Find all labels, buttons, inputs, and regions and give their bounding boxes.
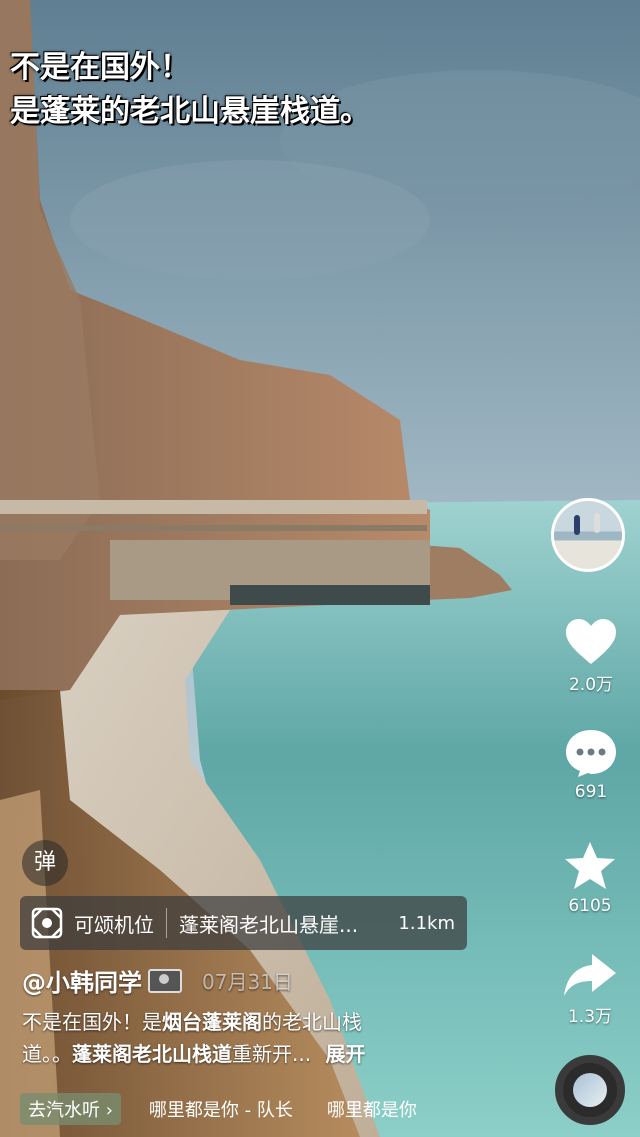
qishui-listen-tag[interactable]: 去汽水听 › — [20, 1093, 121, 1125]
heart-icon — [566, 619, 616, 664]
music-bar[interactable]: 去汽水听 › 哪里都是你 - 队长 哪里都是你 — [20, 1093, 417, 1125]
qishui-tag-label: 去汽水听 — [28, 1100, 100, 1121]
comment-count: 691 — [574, 782, 608, 802]
author-handle[interactable]: @小韩同学 — [22, 963, 142, 998]
caption-line-1: 不是在国外！ — [10, 50, 190, 85]
favorite-count: 6105 — [568, 896, 612, 916]
caption-line-2: 是蓬莱的老北山悬崖栈道。 — [10, 94, 370, 129]
share-count: 1.3万 — [567, 1007, 613, 1027]
location-divider — [166, 908, 167, 938]
comment-icon — [566, 730, 616, 777]
music-title: 哪里都是你 - 队长 — [148, 1100, 293, 1121]
star-icon — [565, 842, 615, 889]
comment-button[interactable]: 691 — [551, 728, 631, 802]
camera-badge-icon — [148, 968, 182, 993]
danmu-toggle-button[interactable]: 弹 — [22, 840, 68, 886]
music-title-scroll: 哪里都是你 — [326, 1100, 417, 1121]
desc-text-1: 不是在国外！是 — [22, 1010, 162, 1034]
hashtag-laobeishan[interactable]: 蓬莱阁老北山栈道 — [72, 1042, 232, 1066]
share-button[interactable]: 1.3万 — [550, 952, 630, 1027]
location-distance: 1.1km — [398, 912, 455, 934]
music-disc[interactable] — [555, 1055, 625, 1125]
location-label: 可颂机位 — [74, 912, 154, 937]
post-date: 07月31日 — [202, 970, 293, 994]
author-row: @小韩同学 07月31日 — [22, 963, 293, 998]
music-cover-icon — [573, 1073, 607, 1107]
location-bar[interactable]: 可颂机位 蓬莱阁老北山悬崖... 1.1km — [20, 896, 467, 950]
share-arrow-icon — [564, 954, 616, 996]
like-count: 2.0万 — [568, 675, 614, 695]
location-name: 蓬莱阁老北山悬崖... — [179, 912, 359, 937]
hashtag-yantai-penglaige[interactable]: 烟台蓬莱阁 — [162, 1010, 262, 1034]
post-description: 不是在国外！是烟台蓬莱阁的老北山栈 道。。蓬莱阁老北山栈道重新开... 展开 — [22, 1006, 452, 1070]
favorite-button[interactable]: 6105 — [550, 840, 630, 916]
desc-text-3: 道。。 — [22, 1042, 72, 1066]
video-caption-overlay: 不是在国外！ 是蓬莱的老北山悬崖栈道。 — [10, 46, 370, 134]
author-avatar[interactable] — [551, 498, 625, 572]
camera-position-icon — [31, 907, 63, 939]
like-button[interactable]: 2.0万 — [551, 618, 631, 695]
desc-text-4: 重新开... — [232, 1042, 312, 1066]
desc-text-2: 的老北山栈 — [262, 1010, 362, 1034]
expand-button[interactable]: 展开 — [325, 1042, 365, 1066]
